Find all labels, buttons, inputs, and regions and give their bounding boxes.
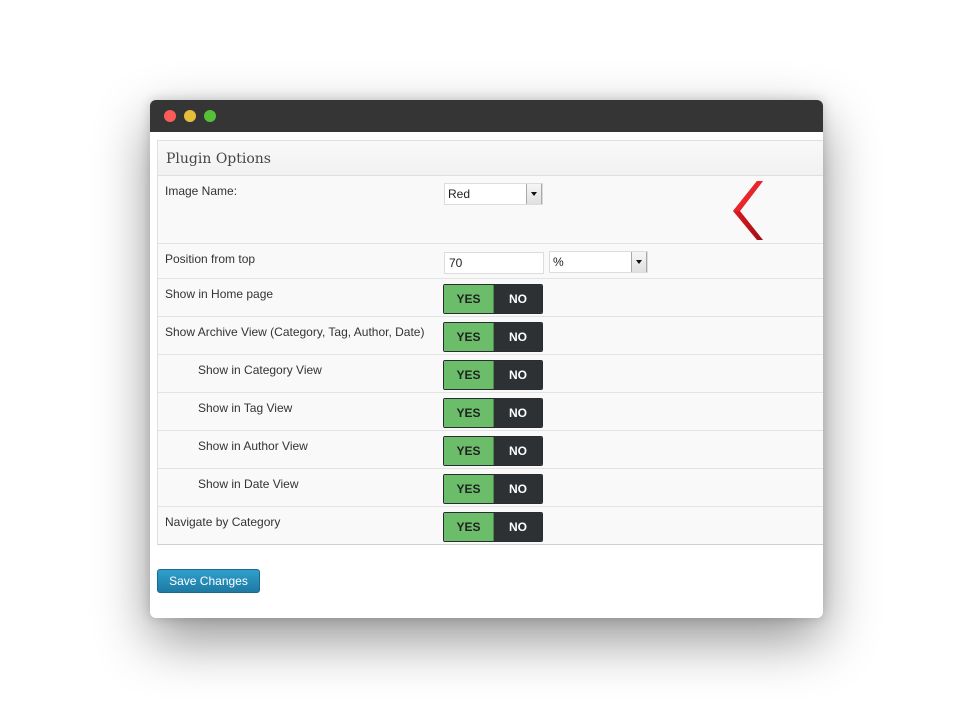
toggle-label: Show in Category View [198, 363, 322, 377]
toggle-row-author: Show in Author View YES NO [158, 431, 823, 469]
toggle-row-archive: Show Archive View (Category, Tag, Author… [158, 317, 823, 355]
image-name-row: Image Name: Red [158, 176, 823, 244]
panel-header: Plugin Options [158, 141, 823, 176]
toggle-row-tag: Show in Tag View YES NO [158, 393, 823, 431]
toggle-no-option[interactable]: NO [494, 437, 542, 465]
category-view-toggle[interactable]: YES NO [443, 360, 543, 390]
toggle-yes-option[interactable]: YES [444, 475, 494, 503]
toggle-row-date: Show in Date View YES NO [158, 469, 823, 507]
position-unit-value: % [553, 255, 564, 269]
toggle-no-option[interactable]: NO [494, 513, 542, 541]
toggle-label: Show in Tag View [198, 401, 293, 415]
toggle-label: Show in Home page [165, 287, 274, 301]
window-titlebar [150, 100, 823, 132]
tag-view-toggle[interactable]: YES NO [443, 398, 543, 428]
close-window-button[interactable] [164, 110, 176, 122]
position-unit-select[interactable]: % [549, 251, 648, 273]
toggle-label: Show in Author View [198, 439, 308, 453]
toggle-yes-option[interactable]: YES [444, 513, 494, 541]
position-label: Position from top [165, 252, 256, 266]
toggle-no-option[interactable]: NO [494, 361, 542, 389]
toggle-label: Show in Date View [198, 477, 299, 491]
dropdown-arrow-icon [526, 184, 542, 204]
toggle-row-home: Show in Home page YES NO [158, 279, 823, 317]
home-page-toggle[interactable]: YES NO [443, 284, 543, 314]
plugin-options-panel: Plugin Options Image Name: Red Position … [157, 140, 823, 545]
image-name-label: Image Name: [165, 184, 238, 198]
red-chevron-left-icon [733, 181, 763, 240]
toggle-no-option[interactable]: NO [494, 285, 542, 313]
toggle-no-option[interactable]: NO [494, 475, 542, 503]
toggle-no-option[interactable]: NO [494, 399, 542, 427]
toggle-yes-option[interactable]: YES [444, 361, 494, 389]
save-changes-button[interactable]: Save Changes [157, 569, 260, 593]
panel-title: Plugin Options [166, 151, 271, 167]
image-name-select[interactable]: Red [444, 183, 543, 205]
dropdown-arrow-icon [631, 252, 647, 272]
toggle-row-navigate: Navigate by Category YES NO [158, 507, 823, 544]
date-view-toggle[interactable]: YES NO [443, 474, 543, 504]
app-window: Plugin Options Image Name: Red Position … [150, 100, 823, 618]
position-input[interactable]: 70 [444, 252, 544, 274]
author-view-toggle[interactable]: YES NO [443, 436, 543, 466]
image-name-value: Red [448, 187, 471, 201]
toggle-yes-option[interactable]: YES [444, 285, 494, 313]
toggle-yes-option[interactable]: YES [444, 399, 494, 427]
toggle-label: Navigate by Category [165, 515, 281, 529]
toggle-label: Show Archive View (Category, Tag, Author… [165, 325, 425, 339]
navigate-by-category-toggle[interactable]: YES NO [443, 512, 543, 542]
toggle-row-category: Show in Category View YES NO [158, 355, 823, 393]
maximize-window-button[interactable] [204, 110, 216, 122]
toggle-yes-option[interactable]: YES [444, 437, 494, 465]
archive-view-toggle[interactable]: YES NO [443, 322, 543, 352]
toggle-no-option[interactable]: NO [494, 323, 542, 351]
minimize-window-button[interactable] [184, 110, 196, 122]
toggle-yes-option[interactable]: YES [444, 323, 494, 351]
position-row: Position from top 70 % [158, 244, 823, 279]
